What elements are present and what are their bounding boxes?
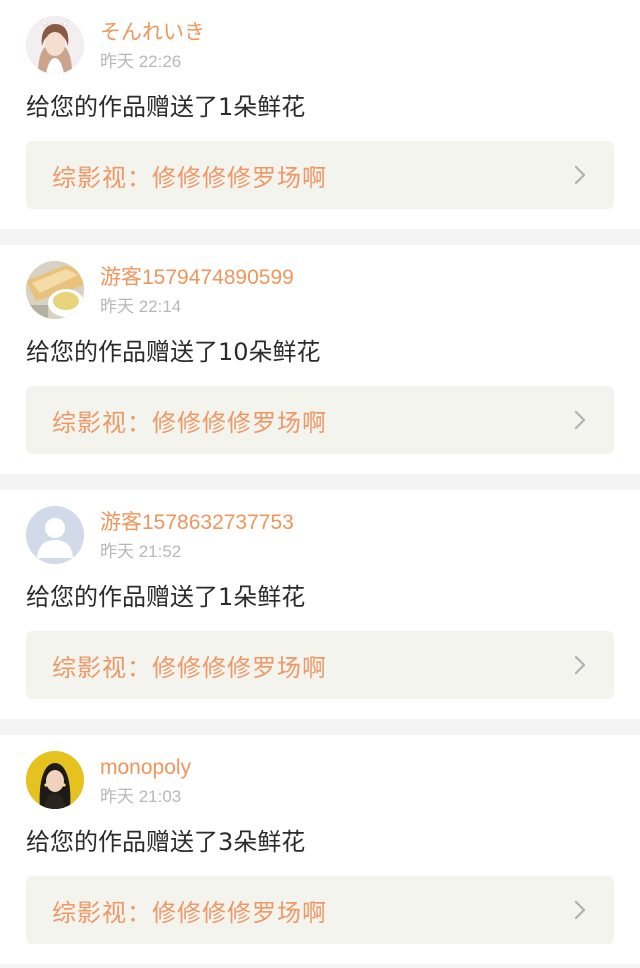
notification-feed: そんれいき 昨天 22:26 给您的作品赠送了1朵鲜花 综影视：修修修修罗场啊 xyxy=(0,0,640,964)
notification-card: 游客1579474890599 昨天 22:14 给您的作品赠送了10朵鲜花 综… xyxy=(0,245,640,474)
chevron-right-icon xyxy=(572,409,588,431)
username[interactable]: そんれいき xyxy=(100,18,205,48)
avatar[interactable] xyxy=(26,506,84,564)
avatar[interactable] xyxy=(26,751,84,809)
avatar[interactable] xyxy=(26,16,84,74)
notification-card: monopoly 昨天 21:03 给您的作品赠送了3朵鲜花 综影视：修修修修罗… xyxy=(0,735,640,964)
notification-header: そんれいき 昨天 22:26 xyxy=(26,0,614,74)
work-link[interactable]: 综影视：修修修修罗场啊 xyxy=(26,631,614,699)
chevron-right-icon xyxy=(572,899,588,921)
username[interactable]: monopoly xyxy=(100,753,191,783)
default-person-icon xyxy=(26,506,84,564)
work-title: 综影视：修修修修罗场啊 xyxy=(52,653,327,682)
timestamp: 昨天 22:26 xyxy=(100,52,182,71)
work-link[interactable]: 综影视：修修修修罗场啊 xyxy=(26,876,614,944)
gift-message: 给您的作品赠送了1朵鲜花 xyxy=(26,583,306,611)
chevron-right-icon xyxy=(572,164,588,186)
work-link[interactable]: 综影视：修修修修罗场啊 xyxy=(26,386,614,454)
work-title: 综影视：修修修修罗场啊 xyxy=(52,163,327,192)
notification-card: そんれいき 昨天 22:26 给您的作品赠送了1朵鲜花 综影视：修修修修罗场啊 xyxy=(0,0,640,229)
avatar[interactable] xyxy=(26,261,84,319)
anime-girl-avatar-icon xyxy=(26,16,84,74)
gift-message: 给您的作品赠送了10朵鲜花 xyxy=(26,338,321,366)
username[interactable]: 游客1578632737753 xyxy=(100,508,294,538)
notification-header: 游客1578632737753 昨天 21:52 xyxy=(26,490,614,564)
notification-header: 游客1579474890599 昨天 22:14 xyxy=(26,245,614,319)
notification-header: monopoly 昨天 21:03 xyxy=(26,735,614,809)
username[interactable]: 游客1579474890599 xyxy=(100,263,294,293)
gift-message: 给您的作品赠送了1朵鲜花 xyxy=(26,93,306,121)
work-link[interactable]: 综影视：修修修修罗场啊 xyxy=(26,141,614,209)
work-title: 综影视：修修修修罗场啊 xyxy=(52,408,327,437)
woman-portrait-avatar-icon xyxy=(26,751,84,809)
work-title: 综影视：修修修修罗场啊 xyxy=(52,898,327,927)
timestamp: 昨天 21:52 xyxy=(100,542,182,561)
timestamp: 昨天 21:03 xyxy=(100,787,182,806)
timestamp: 昨天 22:14 xyxy=(100,297,182,316)
tea-cup-avatar-icon xyxy=(26,261,84,319)
gift-message: 给您的作品赠送了3朵鲜花 xyxy=(26,828,306,856)
notification-card: 游客1578632737753 昨天 21:52 给您的作品赠送了1朵鲜花 综影… xyxy=(0,490,640,719)
chevron-right-icon xyxy=(572,654,588,676)
